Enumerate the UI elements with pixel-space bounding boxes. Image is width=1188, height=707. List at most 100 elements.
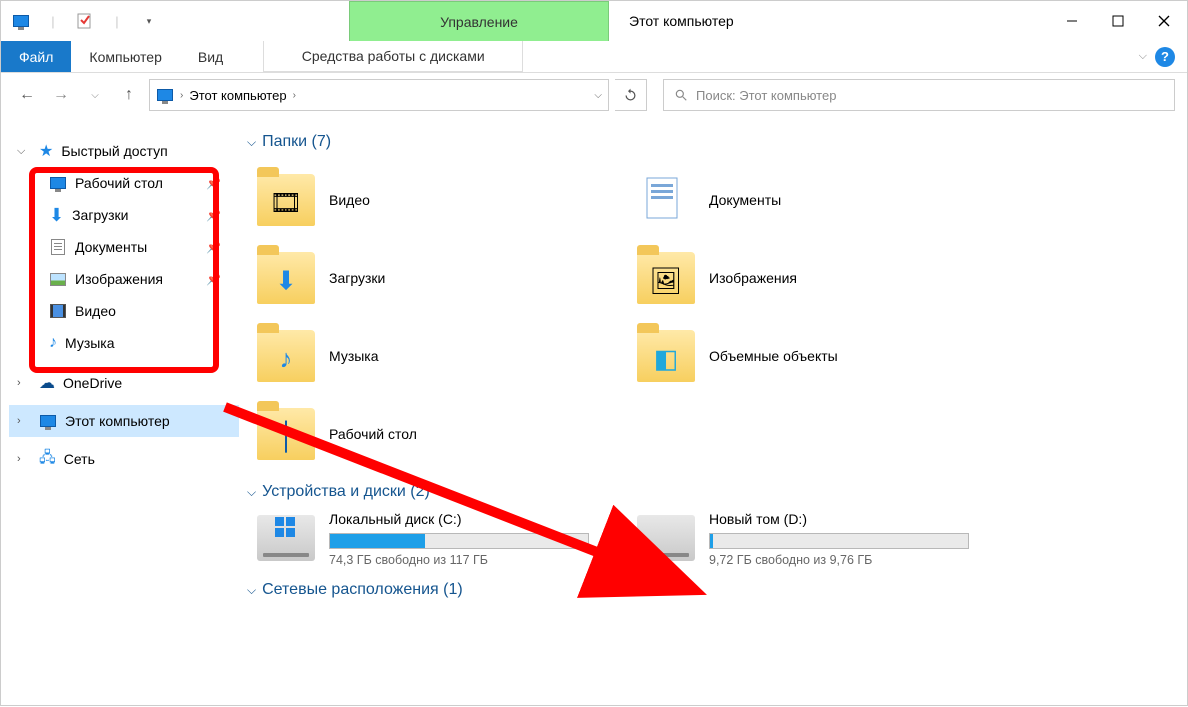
star-icon: ★ xyxy=(39,141,53,161)
tab-computer[interactable]: Компьютер xyxy=(71,41,179,72)
folder-label: Видео xyxy=(329,192,370,208)
folder-documents[interactable]: Документы xyxy=(627,161,1007,239)
folder-videos[interactable]: 🎞 Видео xyxy=(247,161,627,239)
music-icon: ♪ xyxy=(49,334,57,352)
qat-dropdown-icon[interactable]: ▾ xyxy=(135,7,163,35)
sidebar-onedrive[interactable]: › ☁ OneDrive xyxy=(9,367,239,399)
folder-downloads[interactable]: ⬇ Загрузки xyxy=(247,239,627,317)
main-area: ⌵ ★ Быстрый доступ Рабочий стол 📌 ⬇ Загр… xyxy=(1,117,1187,707)
chevron-right-icon[interactable]: › xyxy=(17,453,31,465)
tab-file[interactable]: Файл xyxy=(1,41,71,72)
folder-label: Рабочий стол xyxy=(329,426,417,442)
ribbon-expand-icon[interactable]: ⌵ xyxy=(1139,50,1147,63)
sidebar-item-label: Документы xyxy=(75,239,147,255)
pin-icon: 📌 xyxy=(206,176,221,190)
chevron-down-icon[interactable]: ⌵ xyxy=(17,145,31,158)
search-placeholder: Поиск: Этот компьютер xyxy=(696,88,836,103)
drive-free-text: 74,3 ГБ свободно из 117 ГБ xyxy=(329,553,627,567)
folders-grid: 🎞 Видео Документы ⬇ Загрузки 🖼 Изображен… xyxy=(247,161,1167,473)
folder-desktop[interactable]: Рабочий стол xyxy=(247,395,627,473)
tab-view-label: Вид xyxy=(198,49,223,65)
drive-d[interactable]: Новый том (D:) 9,72 ГБ свободно из 9,76 … xyxy=(627,511,1007,567)
address-location: Этот компьютер xyxy=(189,88,286,103)
sidebar-item-label: Музыка xyxy=(65,335,115,351)
help-icon[interactable]: ? xyxy=(1155,47,1175,67)
download-icon: ⬇ xyxy=(49,205,64,226)
properties-icon[interactable] xyxy=(71,7,99,35)
sidebar-item-label: Изображения xyxy=(75,271,163,287)
drive-name: Локальный диск (C:) xyxy=(329,511,627,527)
folder-pictures[interactable]: 🖼 Изображения xyxy=(627,239,1007,317)
window-controls xyxy=(1049,1,1187,41)
picture-icon xyxy=(49,270,67,288)
contextual-tab-management[interactable]: Управление xyxy=(349,1,609,41)
quick-access-toolbar: | | ▾ xyxy=(1,1,169,41)
sidebar-item-label: Загрузки xyxy=(72,207,128,223)
pin-icon: 📌 xyxy=(206,240,221,254)
video-icon xyxy=(49,302,67,320)
address-dropdown-icon[interactable]: ⌵ xyxy=(594,90,602,101)
sidebar-item-desktop[interactable]: Рабочий стол 📌 xyxy=(9,167,239,199)
chevron-right-icon[interactable]: › xyxy=(17,415,31,427)
desktop-icon xyxy=(285,422,287,453)
drive-c[interactable]: Локальный диск (C:) 74,3 ГБ свободно из … xyxy=(247,511,627,567)
drive-name: Новый том (D:) xyxy=(709,511,1007,527)
drive-free-text: 9,72 ГБ свободно из 9,76 ГБ xyxy=(709,553,1007,567)
chevron-down-icon[interactable]: ⌵ xyxy=(247,583,256,598)
section-folders[interactable]: ⌵ Папки (7) xyxy=(247,133,1167,151)
up-button[interactable]: ↑ xyxy=(115,81,143,109)
folder-label: Загрузки xyxy=(329,270,385,286)
tab-disk-tools[interactable]: Средства работы с дисками xyxy=(263,41,523,72)
sidebar-quick-access[interactable]: ⌵ ★ Быстрый доступ xyxy=(9,135,239,167)
tab-view[interactable]: Вид xyxy=(180,41,241,72)
refresh-button[interactable] xyxy=(615,79,647,111)
qat-separator: | xyxy=(39,7,67,35)
chevron-down-icon[interactable]: ⌵ xyxy=(247,135,256,150)
section-devices-label: Устройства и диски (2) xyxy=(262,483,430,501)
sidebar-network[interactable]: › 🖧 Сеть xyxy=(9,443,239,475)
chevron-down-icon[interactable]: ⌵ xyxy=(247,485,256,500)
document-icon xyxy=(49,238,67,256)
navigation-sidebar: ⌵ ★ Быстрый доступ Рабочий стол 📌 ⬇ Загр… xyxy=(1,117,239,707)
chevron-right-icon[interactable]: › xyxy=(293,90,296,101)
drive-usage-bar xyxy=(329,533,589,549)
drive-icon xyxy=(637,515,695,561)
folder-3d-objects[interactable]: ◧ Объемные объекты xyxy=(627,317,1007,395)
sidebar-item-documents[interactable]: Документы 📌 xyxy=(9,231,239,263)
music-icon: ♪ xyxy=(280,344,293,375)
computer-icon xyxy=(39,412,57,430)
title-bar: | | ▾ Управление Этот компьютер xyxy=(1,1,1187,41)
sidebar-network-label: Сеть xyxy=(64,451,95,467)
tab-disk-tools-label: Средства работы с дисками xyxy=(302,48,485,64)
recent-dropdown-icon[interactable]: ⌵ xyxy=(81,81,109,109)
network-icon: 🖧 xyxy=(39,447,56,472)
section-devices[interactable]: ⌵ Устройства и диски (2) xyxy=(247,483,1167,501)
sidebar-onedrive-label: OneDrive xyxy=(63,375,122,391)
desktop-icon xyxy=(49,174,67,192)
maximize-button[interactable] xyxy=(1095,5,1141,37)
chevron-right-icon[interactable]: › xyxy=(17,377,31,389)
minimize-button[interactable] xyxy=(1049,5,1095,37)
computer-icon[interactable] xyxy=(7,7,35,35)
section-network-locations[interactable]: ⌵ Сетевые расположения (1) xyxy=(247,581,1167,599)
cloud-icon: ☁ xyxy=(39,373,55,393)
sidebar-item-videos[interactable]: Видео xyxy=(9,295,239,327)
pin-icon: 📌 xyxy=(206,272,221,286)
sidebar-item-label: Видео xyxy=(75,303,116,319)
nav-bar: ← → ⌵ ↑ › Этот компьютер › ⌵ Поиск: Этот… xyxy=(1,73,1187,117)
sidebar-this-pc[interactable]: › Этот компьютер xyxy=(9,405,239,437)
sidebar-item-music[interactable]: ♪ Музыка xyxy=(9,327,239,359)
drive-icon xyxy=(257,515,315,561)
back-button[interactable]: ← xyxy=(13,81,41,109)
sidebar-item-downloads[interactable]: ⬇ Загрузки 📌 xyxy=(9,199,239,231)
forward-button[interactable]: → xyxy=(47,81,75,109)
folder-music[interactable]: ♪ Музыка xyxy=(247,317,627,395)
close-button[interactable] xyxy=(1141,5,1187,37)
folder-label: Объемные объекты xyxy=(709,348,838,364)
chevron-right-icon[interactable]: › xyxy=(180,90,183,101)
cube-icon: ◧ xyxy=(654,344,679,375)
search-box[interactable]: Поиск: Этот компьютер xyxy=(663,79,1175,111)
sidebar-item-pictures[interactable]: Изображения 📌 xyxy=(9,263,239,295)
address-bar[interactable]: › Этот компьютер › ⌵ xyxy=(149,79,609,111)
computer-icon xyxy=(156,86,174,104)
